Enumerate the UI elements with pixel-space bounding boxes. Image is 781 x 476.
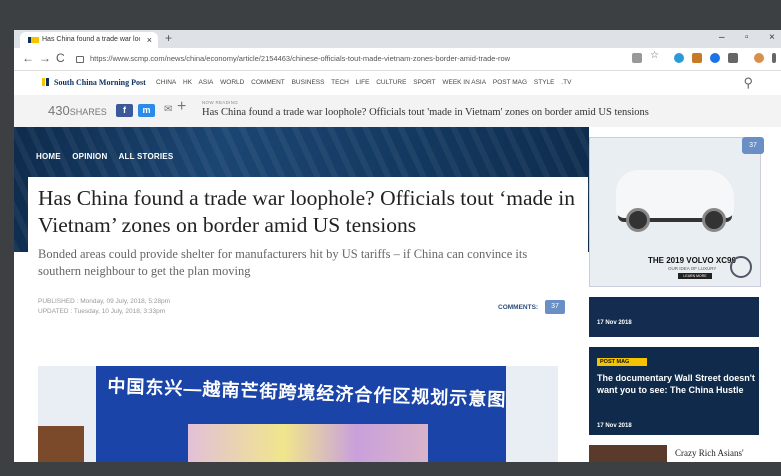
- nav-life[interactable]: LIFE: [356, 79, 370, 86]
- messenger-share-icon[interactable]: m: [138, 104, 155, 117]
- extension-cloud-icon[interactable]: [674, 53, 684, 63]
- address-bar[interactable]: https://www.scmp.com/news/china/economy/…: [72, 51, 632, 67]
- related-thumbnail[interactable]: [589, 445, 667, 462]
- star-icon[interactable]: ☆: [650, 50, 660, 61]
- url-text: https://www.scmp.com/news/china/economy/…: [90, 54, 511, 63]
- volvo-logo-icon: [730, 256, 752, 278]
- nav-comment[interactable]: COMMENT: [251, 79, 285, 86]
- section-nav: CHINA HK ASIA WORLD COMMENT BUSINESS TEC…: [156, 79, 576, 86]
- car-wheel: [702, 208, 726, 232]
- car-wheel: [626, 208, 650, 232]
- nav-sport[interactable]: SPORT: [413, 79, 435, 86]
- advertisement[interactable]: Ad THE 2019 VOLVO XC90 OUR IDEA OF LUXUR…: [589, 137, 761, 287]
- crumb-all-stories[interactable]: ALL STORIES: [119, 152, 174, 161]
- article-dates: PUBLISHED : Monday, 09 July, 2018, 5:28p…: [38, 297, 170, 317]
- card-date: 17 Nov 2018: [597, 423, 632, 429]
- profile-avatar[interactable]: [754, 53, 764, 63]
- scmp-logo[interactable]: South China Morning Post: [42, 78, 146, 87]
- nav-tech[interactable]: TECH: [331, 79, 349, 86]
- nav-asia[interactable]: ASIA: [199, 79, 214, 86]
- published-date: PUBLISHED : Monday, 09 July, 2018, 5:28p…: [38, 298, 170, 305]
- new-tab-icon[interactable]: +: [165, 31, 172, 45]
- nav-hk[interactable]: HK: [183, 79, 192, 86]
- breadcrumb: HOME OPINION ALL STORIES: [36, 152, 182, 161]
- crumb-home[interactable]: HOME: [36, 152, 61, 161]
- nav-tv[interactable]: .TV: [561, 79, 571, 86]
- search-icon[interactable]: ⚲: [743, 75, 753, 91]
- nav-style[interactable]: STYLE: [534, 79, 555, 86]
- updated-date: UPDATED : Tuesday, 10 July, 2018, 3:33pm: [38, 308, 166, 315]
- article-deck: Bonded areas could provide shelter for m…: [38, 247, 528, 278]
- browser-toolbar: ← → C https://www.scmp.com/news/china/ec…: [14, 48, 781, 71]
- comments-link[interactable]: COMMENTS:: [498, 304, 538, 311]
- card-date: 17 Nov 2018: [597, 320, 632, 326]
- crumb-opinion[interactable]: OPINION: [72, 152, 107, 161]
- article-headline: Has China found a trade war loophole? Of…: [38, 186, 575, 237]
- now-reading-label: NOW READING: [202, 100, 239, 105]
- menu-icon[interactable]: [772, 53, 776, 63]
- related-title[interactable]: Crazy Rich Asians': [675, 448, 744, 458]
- article-body: Has China found a trade war loophole? Of…: [28, 177, 588, 462]
- article-photo: 中国东兴—越南芒街跨境经济合作区规划示意图: [38, 366, 558, 462]
- browser-window: Has China found a trade war loop × + – ▫…: [14, 30, 781, 462]
- translate-icon[interactable]: [632, 53, 642, 63]
- sidebar: Ad THE 2019 VOLVO XC90 OUR IDEA OF LUXUR…: [589, 127, 781, 462]
- more-share-icon[interactable]: +: [177, 98, 186, 116]
- card-tag: POST MAG: [597, 358, 648, 366]
- card-title: The documentary Wall Street doesn't want…: [597, 373, 755, 395]
- tab-title: Has China found a trade war loop: [42, 36, 140, 43]
- back-icon[interactable]: ←: [22, 51, 34, 65]
- share-count: 430SHARES: [48, 103, 107, 118]
- maximize-icon[interactable]: ▫: [745, 32, 749, 43]
- share-bar: 430SHARES f m ✉ + NOW READING Has China …: [14, 95, 781, 128]
- related-card-post-mag[interactable]: POST MAG The documentary Wall Street doe…: [589, 347, 759, 435]
- minimize-icon[interactable]: –: [719, 32, 725, 43]
- nav-business[interactable]: BUSINESS: [292, 79, 325, 86]
- extension-play-icon[interactable]: [710, 53, 720, 63]
- extension-icon[interactable]: [692, 53, 702, 63]
- ad-title: THE 2019 VOLVO XC90: [648, 256, 736, 265]
- comments-count-badge[interactable]: 37: [545, 300, 565, 314]
- reload-icon[interactable]: C: [56, 51, 65, 65]
- scmp-favicon-icon: [28, 37, 39, 43]
- browser-tab[interactable]: Has China found a trade war loop ×: [20, 32, 158, 48]
- nav-week-in-asia[interactable]: WEEK IN ASIA: [442, 79, 486, 86]
- photo-zone-map: [188, 424, 428, 462]
- floating-comment-count[interactable]: 37: [742, 137, 764, 154]
- site-navigation: South China Morning Post CHINA HK ASIA W…: [14, 71, 781, 96]
- now-reading-title: Has China found a trade war loophole? Of…: [202, 107, 649, 118]
- close-window-icon[interactable]: ×: [769, 32, 775, 43]
- extension-box-icon[interactable]: [728, 53, 738, 63]
- tab-close-icon[interactable]: ×: [147, 32, 152, 48]
- nav-world[interactable]: WORLD: [220, 79, 244, 86]
- tab-strip: Has China found a trade war loop × + – ▫…: [14, 30, 781, 48]
- facebook-share-icon[interactable]: f: [116, 104, 133, 117]
- mail-share-icon[interactable]: ✉: [164, 104, 172, 115]
- forward-icon[interactable]: →: [39, 51, 51, 65]
- ad-learn-more-button[interactable]: LEARN MORE: [678, 273, 712, 279]
- nav-china[interactable]: CHINA: [156, 79, 176, 86]
- related-card[interactable]: 17 Nov 2018: [589, 297, 759, 337]
- nav-post-mag[interactable]: POST MAG: [493, 79, 527, 86]
- ad-subtitle: OUR IDEA OF LUXURY: [668, 266, 717, 271]
- lock-icon: [76, 55, 84, 63]
- nav-culture[interactable]: CULTURE: [376, 79, 406, 86]
- photo-railing: [38, 426, 84, 462]
